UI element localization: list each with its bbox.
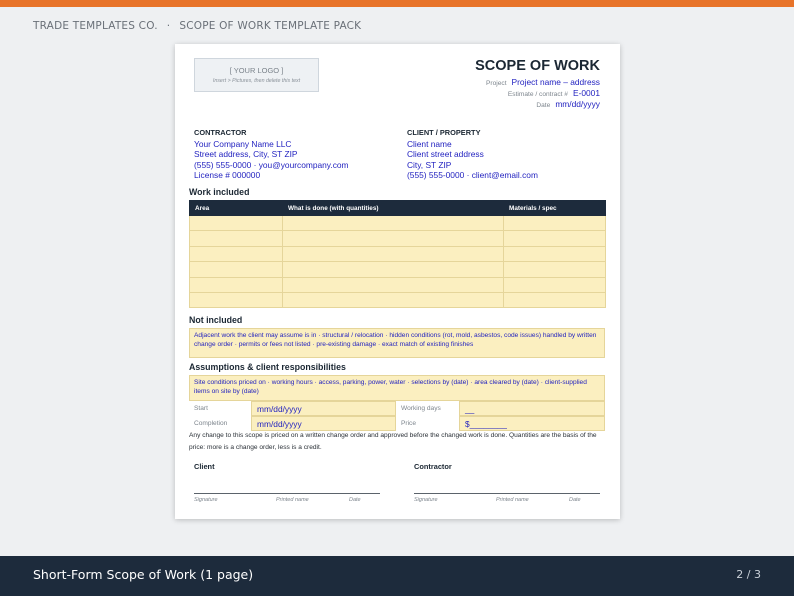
breadcrumb-separator: ·: [166, 20, 171, 32]
column-header-work: What is done (with quantities): [282, 200, 504, 216]
brand-name: TRADE TEMPLATES CO.: [33, 20, 158, 32]
date-field[interactable]: mm/dd/yyyy: [555, 99, 600, 109]
work-included-heading: Work included: [189, 187, 250, 197]
logo-label: [ YOUR LOGO ]: [229, 66, 284, 75]
materials-cell[interactable]: [503, 291, 606, 309]
contractor-signature-heading: Contractor: [414, 462, 452, 471]
client-date-label: Date: [349, 497, 361, 503]
estimate-field[interactable]: E-0001: [573, 88, 600, 98]
date-label: Date: [536, 102, 551, 109]
materials-cell[interactable]: [503, 214, 606, 232]
materials-cell[interactable]: [503, 230, 606, 247]
working-days-field[interactable]: __: [459, 401, 605, 416]
client-heading: CLIENT / PROPERTY: [407, 128, 481, 137]
start-label: Start: [189, 401, 251, 416]
contractor-line[interactable]: Your Company Name LLC: [194, 139, 349, 149]
column-header-materials: Materials / spec: [503, 200, 606, 216]
change-order-note: Any change to this scope is priced on a …: [189, 432, 597, 451]
work-cell[interactable]: [282, 230, 504, 247]
page-indicator: 2 / 3: [736, 568, 761, 581]
work-table-body: [189, 214, 606, 309]
contractor-signature-line[interactable]: [414, 493, 600, 494]
assumptions-field[interactable]: Site conditions priced on · working hour…: [189, 375, 605, 401]
completion-label: Completion: [189, 416, 251, 431]
schedule-grid: Start mm/dd/yyyy Working days __ Complet…: [189, 401, 605, 431]
client-signature-heading: Client: [194, 462, 215, 471]
document-page: [ YOUR LOGO ] Insert > Pictures, then de…: [175, 44, 620, 519]
completion-field[interactable]: mm/dd/yyyy: [251, 416, 396, 431]
price-field[interactable]: $________: [459, 416, 605, 431]
price-label: Price: [396, 416, 459, 431]
client-printed-name-label: Printed name: [276, 497, 309, 503]
work-cell[interactable]: [282, 291, 504, 309]
table-row: [189, 230, 606, 247]
work-included-table: Area What is done (with quantities) Mate…: [189, 200, 606, 309]
project-row: Project Project name – address: [486, 77, 600, 87]
contractor-line[interactable]: (555) 555-0000 · you@yourcompany.com: [194, 160, 349, 170]
column-header-area: Area: [189, 200, 283, 216]
area-cell[interactable]: [189, 230, 283, 247]
contractor-signature-label: Signature: [414, 497, 438, 503]
accent-bar: [0, 0, 794, 7]
work-cell[interactable]: [282, 214, 504, 232]
contractor-line[interactable]: Street address, City, ST ZIP: [194, 149, 349, 159]
client-signature-label: Signature: [194, 497, 218, 503]
footer-bar: Short-Form Scope of Work (1 page) 2 / 3: [0, 556, 794, 596]
area-cell[interactable]: [189, 245, 283, 263]
client-line[interactable]: City, ST ZIP: [407, 160, 538, 170]
client-line[interactable]: Client name: [407, 139, 538, 149]
logo-placeholder[interactable]: [ YOUR LOGO ] Insert > Pictures, then de…: [194, 58, 319, 92]
working-days-label: Working days: [396, 401, 459, 416]
date-row: Date mm/dd/yyyy: [536, 99, 600, 109]
breadcrumb: TRADE TEMPLATES CO. · SCOPE OF WORK TEMPLA…: [33, 20, 361, 32]
client-block: Client name Client street address City, …: [407, 139, 538, 180]
client-line[interactable]: Client street address: [407, 149, 538, 159]
work-cell[interactable]: [282, 261, 504, 278]
work-cell[interactable]: [282, 245, 504, 263]
materials-cell[interactable]: [503, 245, 606, 263]
client-signature-line[interactable]: [194, 493, 380, 494]
contractor-date-label: Date: [569, 497, 581, 503]
slide-title: Short-Form Scope of Work (1 page): [33, 567, 254, 582]
table-header-row: Area What is done (with quantities) Mate…: [189, 200, 606, 216]
estimate-label: Estimate / contract #: [507, 91, 568, 98]
not-included-field[interactable]: Adjacent work the client may assume is i…: [189, 328, 605, 358]
table-row: [189, 276, 606, 293]
area-cell[interactable]: [189, 261, 283, 278]
project-field[interactable]: Project name – address: [512, 77, 600, 87]
contractor-printed-name-label: Printed name: [496, 497, 529, 503]
not-included-heading: Not included: [189, 315, 243, 325]
contractor-heading: CONTRACTOR: [194, 128, 247, 137]
logo-hint: Insert > Pictures, then delete this text: [212, 78, 301, 84]
pack-name: SCOPE OF WORK TEMPLATE PACK: [179, 20, 362, 32]
start-field[interactable]: mm/dd/yyyy: [251, 401, 396, 416]
work-cell[interactable]: [282, 276, 504, 293]
area-cell[interactable]: [189, 214, 283, 232]
project-label: Project: [486, 80, 507, 87]
area-cell[interactable]: [189, 276, 283, 293]
materials-cell[interactable]: [503, 276, 606, 293]
client-line[interactable]: (555) 555-0000 · client@email.com: [407, 170, 538, 180]
table-row: [189, 291, 606, 309]
table-row: [189, 214, 606, 232]
estimate-row: Estimate / contract # E-0001: [508, 88, 600, 98]
table-row: [189, 261, 606, 278]
document-title: SCOPE OF WORK: [475, 58, 600, 74]
area-cell[interactable]: [189, 291, 283, 309]
table-row: [189, 245, 606, 263]
materials-cell[interactable]: [503, 261, 606, 278]
contractor-line[interactable]: License # 000000: [194, 170, 349, 180]
contractor-block: Your Company Name LLC Street address, Ci…: [194, 139, 349, 180]
assumptions-heading: Assumptions & client responsibilities: [189, 362, 346, 372]
